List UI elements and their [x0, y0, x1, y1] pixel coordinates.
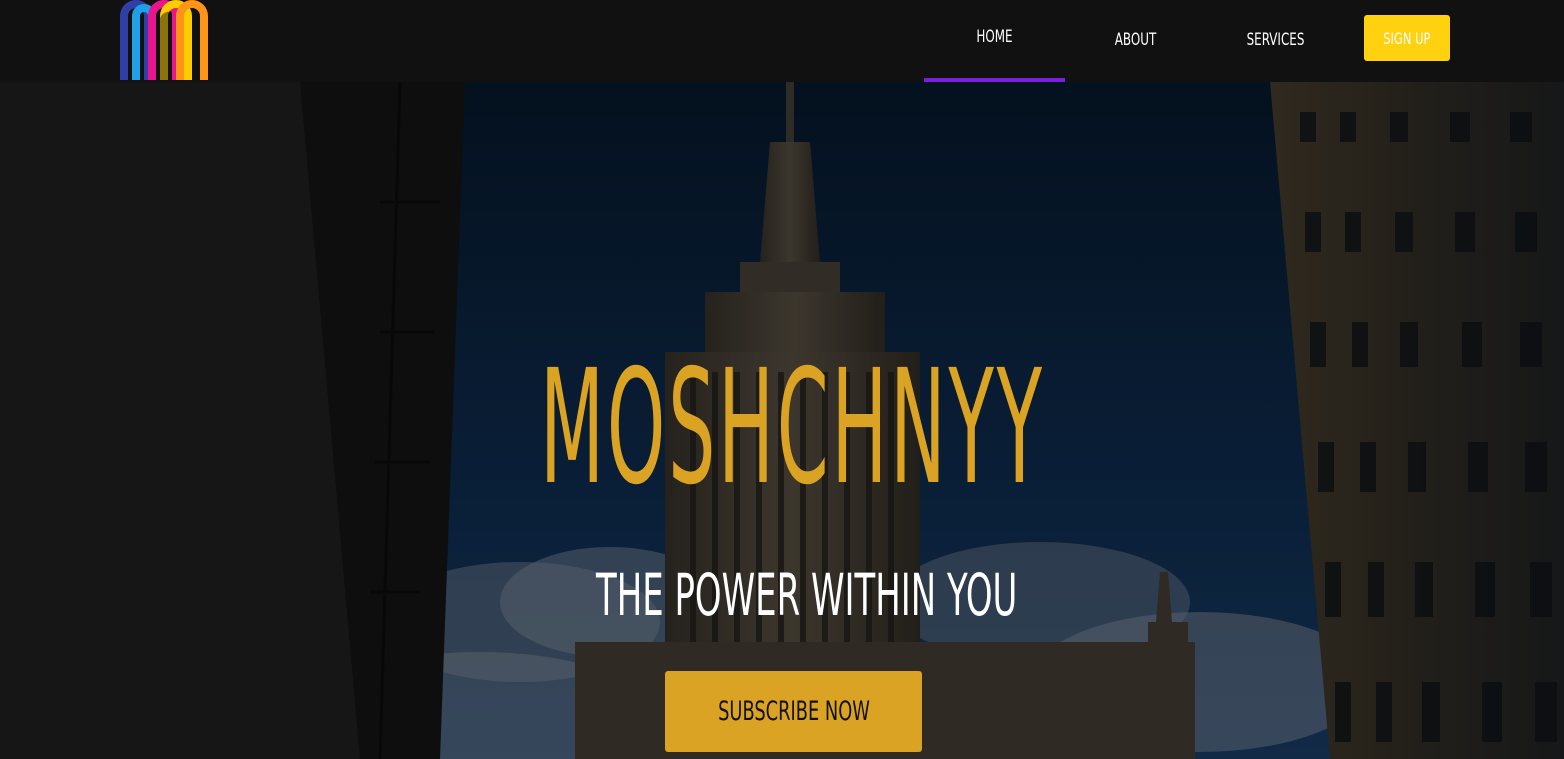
nav-services-label: SERVICES — [1246, 30, 1305, 50]
top-navbar: HOME ABOUT SERVICES SIGN UP — [0, 0, 1564, 82]
nav-home-label: HOME — [976, 27, 1013, 47]
hero-title: MOSHCHNYY — [540, 349, 1042, 507]
signup-button-label: SIGN UP — [1383, 28, 1431, 48]
nav-services-link[interactable]: SERVICES — [1221, 0, 1331, 82]
nav-active-indicator — [924, 78, 1065, 82]
signup-button[interactable]: SIGN UP — [1364, 15, 1450, 61]
hero-section: MOSHCHNYY THE POWER WITHIN YOU SUBSCRIBE… — [0, 82, 1564, 759]
nav-about-label: ABOUT — [1114, 30, 1157, 50]
nav-home-link[interactable]: HOME — [940, 0, 1050, 82]
hero-subtitle: THE POWER WITHIN YOU — [596, 561, 1018, 629]
nav-about-link[interactable]: ABOUT — [1081, 0, 1191, 82]
subscribe-now-button[interactable]: SUBSCRIBE NOW — [665, 671, 922, 752]
brand-logo-icon[interactable] — [120, 0, 208, 80]
subscribe-now-label: SUBSCRIBE NOW — [717, 696, 870, 727]
